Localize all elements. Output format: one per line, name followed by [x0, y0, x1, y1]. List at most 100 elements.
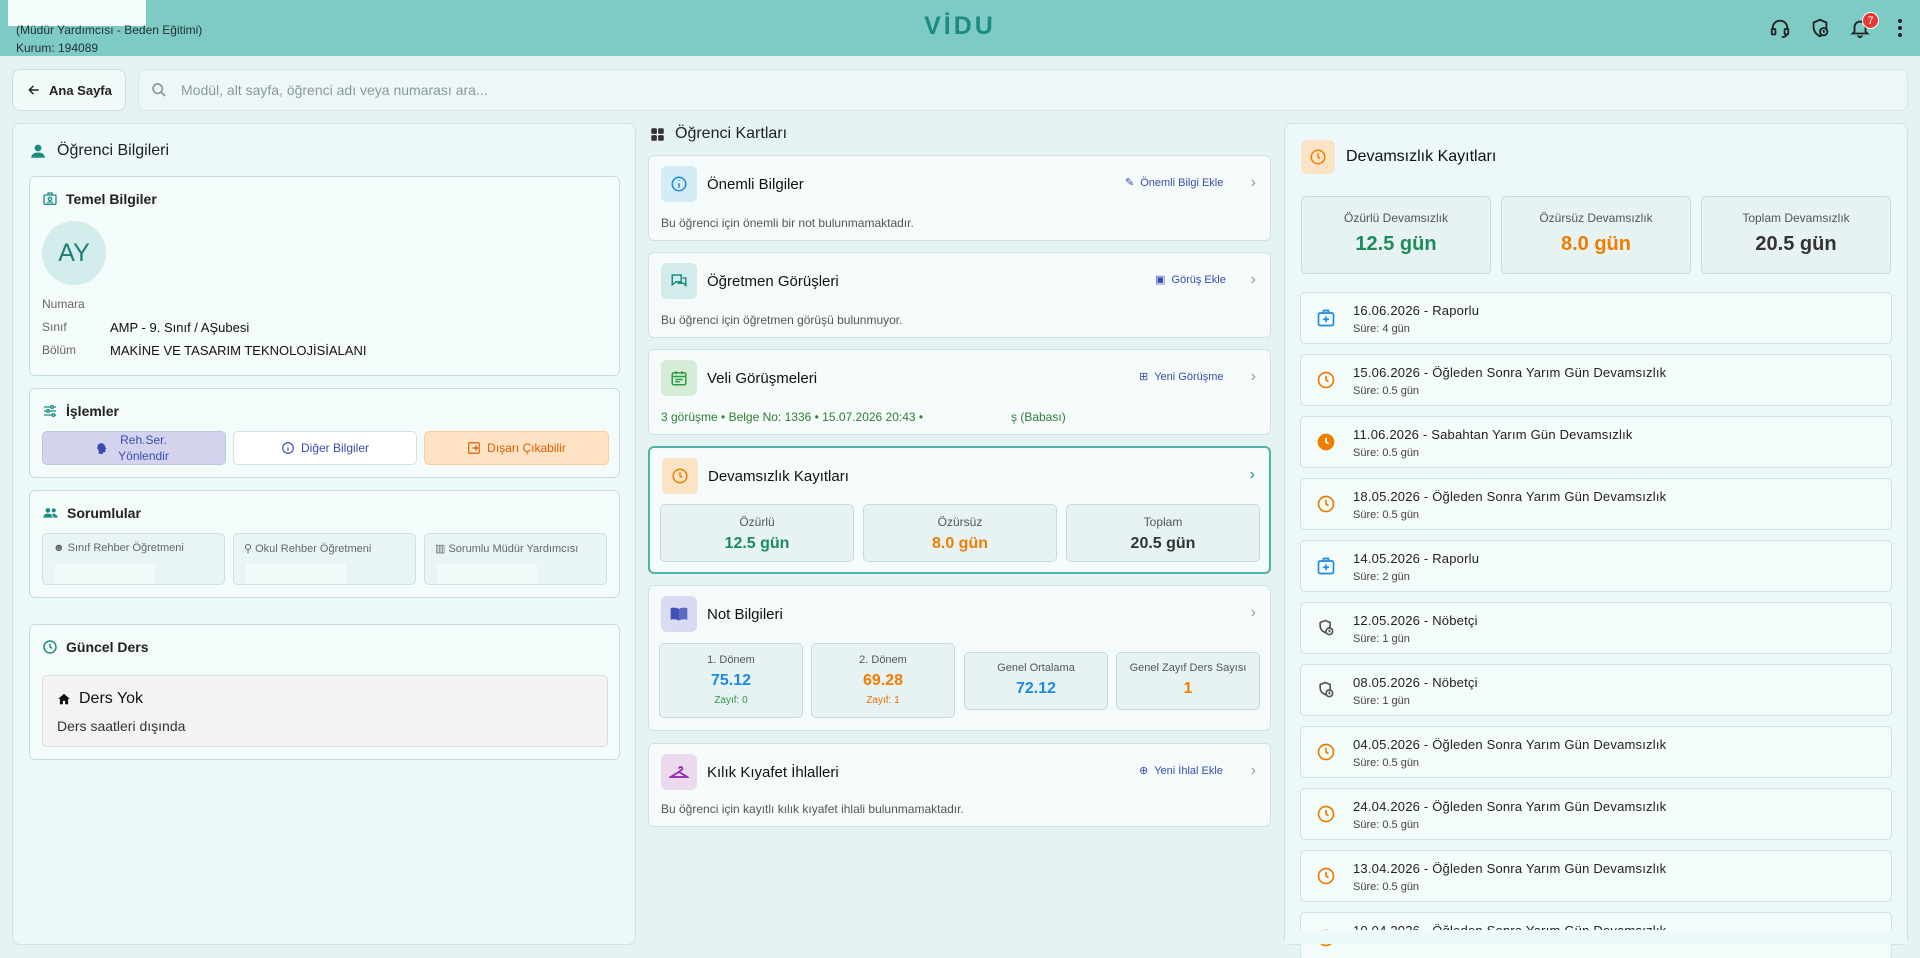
medical-icon [1315, 555, 1337, 577]
absence-records-card[interactable]: Devamsızlık Kayıtları › Özürlü 12.5 gün … [648, 446, 1271, 574]
unexcused-stat: Özürsüz 8.0 gün [863, 504, 1057, 562]
more-vert-icon[interactable] [1887, 15, 1913, 41]
hanger-icon [661, 754, 697, 790]
department-label: Bölüm [42, 343, 77, 357]
absence-record-row[interactable]: 16.06.2026 - Raporlu Süre: 4 gün [1300, 292, 1892, 344]
absence-record-duration: Süre: 0.5 gün [1353, 881, 1420, 893]
id-card-icon [43, 192, 57, 205]
bell-icon[interactable]: 7 [1847, 12, 1879, 41]
clock-outline-icon [1315, 369, 1337, 391]
search-input[interactable] [181, 82, 1681, 98]
group-icon [43, 508, 58, 518]
notification-badge: 7 [1862, 12, 1879, 29]
clock-filled-icon [1315, 431, 1337, 453]
absence-record-row[interactable]: 14.05.2026 - Raporlu Süre: 2 gün [1300, 540, 1892, 592]
weak-course-count-label: Genel Zayıf Ders Sayısı [1129, 662, 1247, 674]
chevron-right-icon[interactable]: › [1250, 466, 1255, 484]
lesson-status: Ders Yok [57, 690, 143, 708]
current-lesson-card: Güncel Ders Ders Yok Ders saatleri dışın… [29, 624, 620, 760]
absence-record-duration: Süre: 1 gün [1353, 633, 1410, 645]
clock-outline-icon [1315, 865, 1337, 887]
unexcused-summary-label: Özürsüz Devamsızlık [1539, 211, 1653, 225]
info-icon [661, 166, 697, 202]
total-summary-value: 20.5 gün [1755, 233, 1837, 255]
unexcused-value: 8.0 gün [931, 535, 988, 552]
parent-meetings-card[interactable]: Veli Görüşmeleri ⊞ Yeni Görüşme › 3 görü… [648, 349, 1271, 435]
absence-record-row[interactable]: 13.04.2026 - Öğleden Sonra Yarım Gün Dev… [1300, 850, 1892, 902]
absence-record-title: 24.04.2026 - Öğleden Sonra Yarım Gün Dev… [1353, 799, 1667, 814]
excused-summary-value: 12.5 gün [1355, 233, 1437, 255]
teacher-opinions-card[interactable]: Öğretmen Görüşleri ▣ Görüş Ekle › Bu öğr… [648, 252, 1271, 338]
unexcused-summary: Özürsüz Devamsızlık 8.0 gün [1501, 196, 1691, 274]
headset-icon[interactable] [1767, 15, 1793, 41]
clock-icon [662, 458, 698, 494]
absence-record-title: 04.05.2026 - Öğleden Sonra Yarım Gün Dev… [1353, 737, 1667, 752]
chevron-right-icon[interactable]: › [1251, 604, 1256, 622]
absence-record-duration: Süre: 0.5 gün [1353, 385, 1420, 397]
duty-icon [1315, 617, 1337, 639]
new-meeting-button[interactable]: ⊞ Yeni Görüşme [1139, 370, 1224, 384]
other-info-button[interactable]: Diğer Bilgiler [233, 431, 417, 465]
absence-record-row[interactable]: 08.05.2026 - Nöbetçi Süre: 1 gün [1300, 664, 1892, 716]
clock-outline-icon [1315, 741, 1337, 763]
person-icon [31, 144, 45, 158]
clock-icon [43, 640, 57, 654]
absence-record-row[interactable]: 15.06.2026 - Öğleden Sonra Yarım Gün Dev… [1300, 354, 1892, 406]
add-important-info-button[interactable]: ✎ Önemli Bilgi Ekle [1125, 176, 1223, 190]
total-summary: Toplam Devamsızlık 20.5 gün [1701, 196, 1891, 274]
chevron-right-icon[interactable]: › [1251, 271, 1256, 289]
operations-header: İşlemler [42, 403, 119, 419]
grades-card[interactable]: Not Bilgileri › 1. Dönem 75.12 Zayıf: 0 … [648, 585, 1271, 731]
chevron-right-icon[interactable]: › [1251, 368, 1256, 386]
absence-record-duration: Süre: 0.5 gün [1353, 509, 1420, 521]
responsibles-title: Sorumlular [67, 505, 141, 521]
class-advisor-label: Sınıf Rehber Öğretmeni [67, 542, 184, 554]
brand-logo[interactable]: VİDU [0, 12, 1920, 41]
absence-record-duration: Süre: 0.5 gün [1353, 447, 1420, 459]
excused-summary-label: Özürlü Devamsızlık [1343, 211, 1449, 225]
tune-icon [44, 405, 56, 417]
home-label: Ana Sayfa [49, 82, 112, 98]
weak-course-count-stat: Genel Zayıf Ders Sayısı 1 [1116, 652, 1260, 710]
student-cards-header: Öğrenci Kartları [650, 125, 787, 143]
add-circle-icon: ⊕ [1139, 765, 1149, 777]
grades-title: Not Bilgileri [707, 606, 783, 623]
absence-record-title: 14.05.2026 - Raporlu [1353, 551, 1480, 566]
basic-info-card: Temel Bilgiler AY Numara Sınıf AMP - 9. … [29, 176, 620, 376]
lesson-status-text: Ders Yok [79, 690, 144, 707]
add-opinion-button[interactable]: ▣ Görüş Ekle [1155, 273, 1226, 287]
location-icon: ⚲ [244, 543, 253, 555]
info-icon [282, 442, 294, 454]
total-stat: Toplam 20.5 gün [1066, 504, 1260, 562]
operations-title: İşlemler [66, 403, 119, 419]
student-info-header: Öğrenci Bilgileri [29, 142, 169, 160]
total-label: Toplam [1143, 515, 1183, 529]
chevron-right-icon[interactable]: › [1251, 762, 1256, 780]
placeholder-line [437, 564, 537, 584]
building-icon: ▥ [435, 543, 446, 555]
guidance-referral-label: Reh.Ser. Yönlendir [118, 433, 169, 463]
dress-code-card[interactable]: Kılık Kıyafet İhlalleri ⊕ Yeni İhlal Ekl… [648, 743, 1271, 827]
psychology-icon [96, 442, 106, 454]
home-button[interactable]: Ana Sayfa [12, 69, 126, 111]
clock-outline-icon [1315, 493, 1337, 515]
panel-title: Öğrenci Bilgileri [57, 142, 170, 159]
term1-label: 1. Dönem [707, 654, 755, 666]
absence-record-row[interactable]: 24.04.2026 - Öğleden Sonra Yarım Gün Dev… [1300, 788, 1892, 840]
chevron-right-icon[interactable]: › [1251, 174, 1256, 192]
absence-record-title: 12.05.2026 - Nöbetçi [1353, 613, 1478, 628]
important-info-card[interactable]: Önemli Bilgiler ✎ Önemli Bilgi Ekle › Bu… [648, 155, 1271, 241]
new-violation-button[interactable]: ⊕ Yeni İhlal Ekle [1139, 764, 1223, 778]
search-bar[interactable] [138, 69, 1908, 111]
absence-record-row[interactable]: 12.05.2026 - Nöbetçi Süre: 1 gün [1300, 602, 1892, 654]
duty-icon [1315, 679, 1337, 701]
person-outline-icon: ☻ [53, 542, 65, 554]
absence-record-row[interactable]: 18.05.2026 - Öğleden Sonra Yarım Gün Dev… [1300, 478, 1892, 530]
absence-record-row[interactable]: 11.06.2026 - Sabahtan Yarım Gün Devamsız… [1300, 416, 1892, 468]
absence-record-title: 18.05.2026 - Öğleden Sonra Yarım Gün Dev… [1353, 489, 1667, 504]
guidance-referral-button[interactable]: Reh.Ser. Yönlendir [42, 431, 226, 465]
clock-outline-icon [1315, 803, 1337, 825]
shield-clock-icon[interactable] [1807, 15, 1833, 41]
exit-permission-button[interactable]: Dışarı Çıkabilir [424, 431, 609, 465]
absence-record-row[interactable]: 04.05.2026 - Öğleden Sonra Yarım Gün Dev… [1300, 726, 1892, 778]
